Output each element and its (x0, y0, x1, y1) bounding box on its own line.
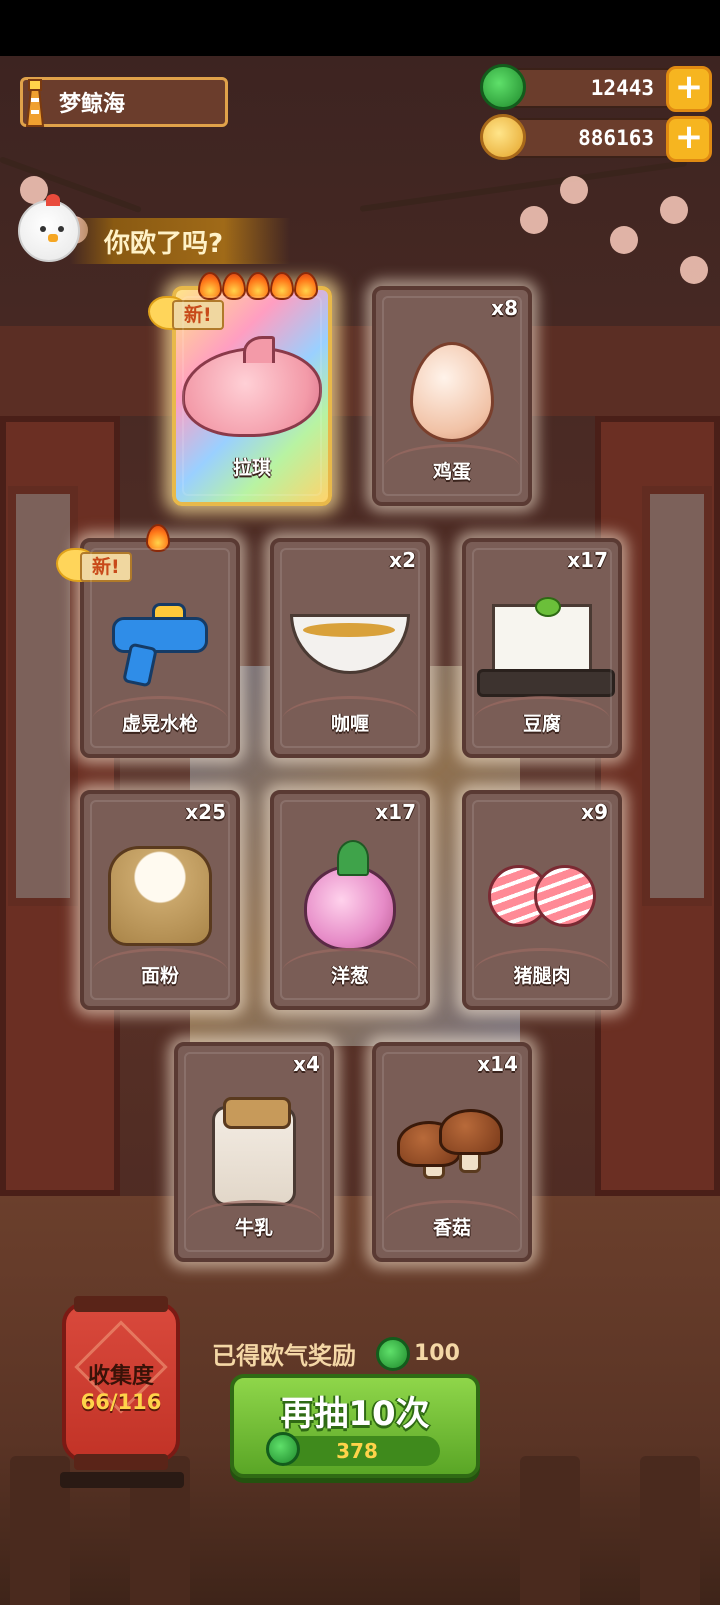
status-bar (0, 0, 720, 56)
new-badge-label: 新! (80, 552, 132, 582)
luck-banner: 你欧了吗? (70, 218, 290, 264)
lantern-stand (60, 1472, 184, 1488)
card-milk[interactable]: x4 牛乳 (174, 1042, 334, 1262)
card-name: 鸡蛋 (432, 461, 471, 483)
card-laqi[interactable]: 新! 拉琪 (148, 272, 332, 506)
card-egg[interactable]: x8 鸡蛋 (372, 286, 532, 506)
card-name: 香菇 (432, 1217, 471, 1239)
draw-cost: 378 (266, 1432, 440, 1466)
pink-dolphin-icon (182, 335, 322, 437)
gem-amount: 12443 (590, 76, 654, 100)
card-name: 牛乳 (234, 1217, 273, 1239)
collection-lantern[interactable]: 收集度 66/116 (62, 1296, 180, 1470)
card-name: 拉琪 (232, 457, 271, 479)
chick-mascot-icon (18, 194, 80, 262)
coin-icon (480, 114, 526, 160)
flame-icon (294, 272, 318, 300)
jade-gem-icon (266, 1432, 300, 1466)
card-name: 猪腿肉 (513, 965, 571, 987)
location-label[interactable]: 梦鲸海 (20, 77, 228, 127)
card-onion[interactable]: x17 洋葱 (270, 790, 430, 1010)
reward-value: 100 (414, 1341, 460, 1366)
card-water-gun[interactable]: 新! 虚晃水枪 (56, 524, 240, 758)
card-quantity: x2 (389, 548, 416, 572)
jade-gem-icon (376, 1336, 410, 1371)
card-name: 虚晃水枪 (121, 713, 198, 735)
card-quantity: x25 (185, 800, 226, 824)
fence-post (640, 1456, 700, 1605)
card-quantity: x14 (477, 1052, 518, 1076)
draw-button-label: 再抽10次 (280, 1394, 430, 1434)
add-coins-button[interactable]: + (666, 116, 712, 162)
card-quantity: x17 (567, 548, 608, 572)
card-ham[interactable]: x9 猪腿肉 (462, 790, 622, 1010)
draw-ten-again-button[interactable]: 再抽10次 378 (230, 1374, 480, 1478)
milk-jar-icon (212, 1097, 296, 1207)
new-badge: 新! (148, 296, 248, 332)
card-tofu[interactable]: x17 豆腐 (462, 538, 622, 758)
shiitake-icon (397, 1105, 507, 1191)
onion-icon (304, 840, 396, 952)
blossom-flower (520, 206, 548, 234)
card-quantity: x9 (581, 800, 608, 824)
add-gems-button[interactable]: + (666, 66, 712, 112)
blossom-flower (610, 226, 638, 254)
flame-icon (246, 272, 270, 300)
collection-value: 66/116 (80, 1390, 162, 1414)
card-quantity: x4 (293, 1052, 320, 1076)
card-flour[interactable]: x25 面粉 (80, 790, 240, 1010)
tofu-icon (477, 596, 615, 697)
water-gun-icon (112, 602, 208, 688)
blossom-flower (560, 176, 588, 204)
card-name: 咖喱 (330, 713, 369, 735)
luck-reward: 已得欧气奖励 100 (212, 1336, 460, 1371)
card-curry[interactable]: x2 咖喱 (270, 538, 430, 758)
luck-banner-text: 你欧了吗? (104, 228, 224, 259)
card-name: 洋葱 (330, 965, 369, 987)
gem-currency: 12443 + (480, 64, 712, 112)
blossom-branch (359, 160, 688, 212)
card-name: 面粉 (140, 965, 179, 987)
card-quantity: x17 (375, 800, 416, 824)
card-name: 豆腐 (522, 713, 561, 735)
new-badge-label: 新! (172, 300, 224, 330)
new-badge: 新! (56, 548, 156, 584)
flame-icon (270, 272, 294, 300)
ham-slices-icon (488, 864, 596, 927)
card-shiitake[interactable]: x14 香菇 (372, 1042, 532, 1262)
coin-currency: 886163 + (480, 114, 712, 162)
gacha-result-screen: 梦鲸海 12443 + 886163 + 你欧了吗? 新! 拉琪 x8 鸡蛋 新… (0, 56, 720, 1605)
jade-gem-icon (480, 64, 526, 110)
fence-post (520, 1456, 580, 1605)
right-window-lattice (642, 486, 712, 906)
wall-band (0, 326, 720, 416)
flour-sack-icon (108, 845, 212, 946)
blossom-flower (680, 256, 708, 284)
lighthouse-icon (25, 79, 45, 127)
egg-icon (410, 341, 494, 442)
blossom-flower (660, 196, 688, 224)
card-quantity: x8 (491, 296, 518, 320)
collection-label: 收集度 (87, 1364, 154, 1389)
curry-gravy-boat-icon (290, 613, 410, 674)
draw-cost-value: 378 (336, 1439, 378, 1463)
location-name: 梦鲸海 (59, 92, 126, 117)
coin-amount: 886163 (578, 126, 654, 150)
reward-label: 已得欧气奖励 (212, 1342, 356, 1370)
